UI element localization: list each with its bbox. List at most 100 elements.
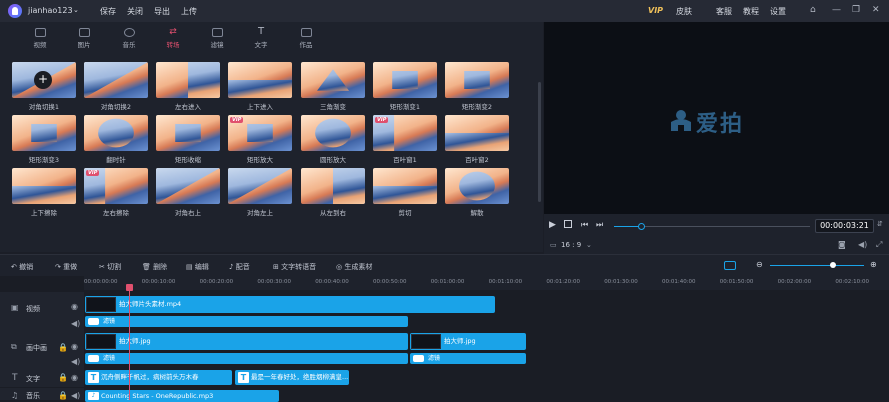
transition-preview	[464, 71, 490, 89]
eye-icon[interactable]: ◉	[71, 373, 78, 382]
pip-clip[interactable]: 拍大师.jpg	[410, 333, 526, 350]
edit-button[interactable]: ▤ 编辑	[186, 262, 209, 272]
next-frame-icon[interactable]: ⏭	[596, 220, 603, 230]
text-clip[interactable]: T 最是一年春好处，绝胜烟柳满皇...	[235, 370, 349, 385]
filter-badge-icon	[413, 355, 424, 362]
username[interactable]: jianhao123	[28, 6, 73, 15]
video-icon	[34, 28, 46, 37]
export-button[interactable]: 导出	[154, 6, 170, 17]
scrollbar[interactable]	[538, 82, 541, 202]
playhead[interactable]	[126, 284, 133, 400]
close-project-button[interactable]: 关闭	[127, 6, 143, 17]
transition-thumbnail[interactable]	[228, 62, 292, 98]
save-button[interactable]: 保存	[100, 6, 116, 17]
transition-thumbnail[interactable]: +	[12, 62, 76, 98]
playback-controls: ▶ ⏮ ⏭ 00:00:03:21 ⇵ ▭ 16 : 9 ⌄ ◙ ◀) ⤢	[544, 214, 889, 254]
eye-icon[interactable]: ◉	[71, 342, 78, 351]
pip-filter-clip[interactable]: 滤镜	[410, 353, 526, 364]
speaker-icon[interactable]: ◀)	[71, 319, 80, 328]
aspect-ratio-select[interactable]: 16 : 9	[561, 241, 581, 249]
zoom-slider[interactable]	[770, 265, 864, 266]
fullscreen-icon[interactable]: ⤢	[876, 240, 882, 250]
vip-badge: VIP	[375, 117, 389, 123]
volume-icon[interactable]: ◀)	[858, 240, 867, 249]
cut-button[interactable]: ✂ 切割	[99, 262, 121, 272]
dub-button[interactable]: ♪ 配音	[229, 262, 250, 272]
tab-filter[interactable]: 滤镜	[202, 28, 232, 49]
lock-icon[interactable]: 🔒	[58, 373, 68, 382]
lock-icon[interactable]: 🔒	[58, 343, 68, 352]
transition-thumbnail[interactable]	[156, 115, 220, 151]
chevron-down-icon[interactable]: ⌄	[586, 241, 592, 249]
vip-button[interactable]: VIP	[648, 6, 663, 15]
timecode-display[interactable]: 00:00:03:21	[815, 219, 874, 233]
transition-label: 剪切	[398, 209, 412, 217]
skin-button[interactable]: 皮肤	[676, 6, 692, 17]
avatar[interactable]	[8, 4, 22, 18]
tab-video[interactable]: 视频	[25, 28, 55, 49]
transition-thumbnail[interactable]	[84, 62, 148, 98]
transition-thumbnail[interactable]: VIP	[228, 115, 292, 151]
transition-thumbnail[interactable]	[301, 115, 365, 151]
settings-button[interactable]: 设置	[770, 6, 786, 17]
music-clip[interactable]: ♪ Counting Stars - OneRepublic.mp3	[85, 390, 279, 402]
transition-thumbnail[interactable]	[373, 168, 437, 204]
tab-transition[interactable]: ⇄ 转场	[158, 28, 188, 50]
filter-clip[interactable]: 滤镜	[85, 316, 408, 327]
lock-icon[interactable]: 🔒	[58, 391, 68, 400]
time-ruler[interactable]: 00:00:00:00 00:00:10:00 00:00:20:00 00:00:3…	[84, 276, 889, 290]
generate-icon: ◎	[336, 263, 343, 271]
chevron-up-down-icon[interactable]: ⇵	[877, 220, 883, 228]
transition-thumbnail[interactable]	[445, 168, 509, 204]
speaker-icon[interactable]: ◀)	[71, 391, 80, 400]
minimize-icon[interactable]: —	[832, 5, 841, 15]
transition-thumbnail[interactable]: VIP	[84, 168, 148, 204]
undo-button[interactable]: ↶ 撤销	[11, 262, 33, 272]
prev-frame-icon[interactable]: ⏮	[581, 220, 588, 230]
transition-thumbnail[interactable]	[84, 115, 148, 151]
tutorial-button[interactable]: 教程	[743, 6, 759, 17]
transition-thumbnail[interactable]	[445, 115, 509, 151]
text-to-speech-button[interactable]: ⊞ 文字转语音	[273, 262, 316, 272]
ruler-tick-label: 00:00:00:00	[84, 279, 118, 285]
transition-thumbnail[interactable]	[445, 62, 509, 98]
eye-icon[interactable]: ◉	[71, 302, 78, 311]
redo-button[interactable]: ↷ 重做	[55, 262, 77, 272]
add-icon[interactable]: +	[34, 71, 52, 89]
upload-button[interactable]: 上传	[181, 6, 197, 17]
camera-icon[interactable]: ◙	[838, 240, 846, 249]
tab-music[interactable]: 音乐	[114, 28, 144, 49]
fit-timeline-icon[interactable]	[724, 261, 736, 270]
video-clip[interactable]: 拍大师片头素材.mp4	[85, 296, 495, 313]
zoom-handle[interactable]	[830, 262, 836, 268]
play-icon[interactable]: ▶	[549, 220, 556, 230]
chevron-down-icon[interactable]: ⌄	[73, 6, 79, 14]
speaker-icon[interactable]: ◀)	[71, 357, 80, 366]
support-button[interactable]: 客服	[716, 6, 732, 17]
text-icon: T	[257, 26, 265, 37]
transition-thumbnail[interactable]	[373, 62, 437, 98]
transition-thumbnail[interactable]	[12, 168, 76, 204]
text-clip[interactable]: T 沉舟侧畔千帆过，病树前头万木春	[85, 370, 232, 385]
progress-handle[interactable]	[638, 223, 645, 230]
delete-button[interactable]: 🗑 删除	[142, 262, 167, 272]
generate-material-button[interactable]: ◎ 生成素材	[336, 262, 372, 272]
tab-text[interactable]: T 文字	[246, 26, 276, 50]
stop-icon[interactable]	[564, 220, 572, 228]
home-icon[interactable]: ⌂	[810, 5, 816, 15]
tab-works[interactable]: 作品	[291, 28, 321, 49]
zoom-out-icon[interactable]: ⊖	[756, 260, 763, 269]
zoom-in-icon[interactable]: ⊕	[870, 260, 877, 269]
transition-thumbnail[interactable]: VIP	[373, 115, 437, 151]
transition-thumbnail[interactable]	[301, 168, 365, 204]
transition-thumbnail[interactable]	[156, 168, 220, 204]
maximize-icon[interactable]: ❐	[852, 5, 860, 15]
pip-filter-clip[interactable]: 滤镜	[85, 353, 408, 364]
transition-thumbnail[interactable]	[228, 168, 292, 204]
transition-thumbnail[interactable]	[301, 62, 365, 98]
pip-clip[interactable]: 拍大师.jpg	[85, 333, 408, 350]
transition-thumbnail[interactable]	[12, 115, 76, 151]
transition-thumbnail[interactable]	[156, 62, 220, 98]
tab-image[interactable]: 图片	[69, 28, 99, 49]
close-icon[interactable]: ✕	[872, 5, 880, 15]
